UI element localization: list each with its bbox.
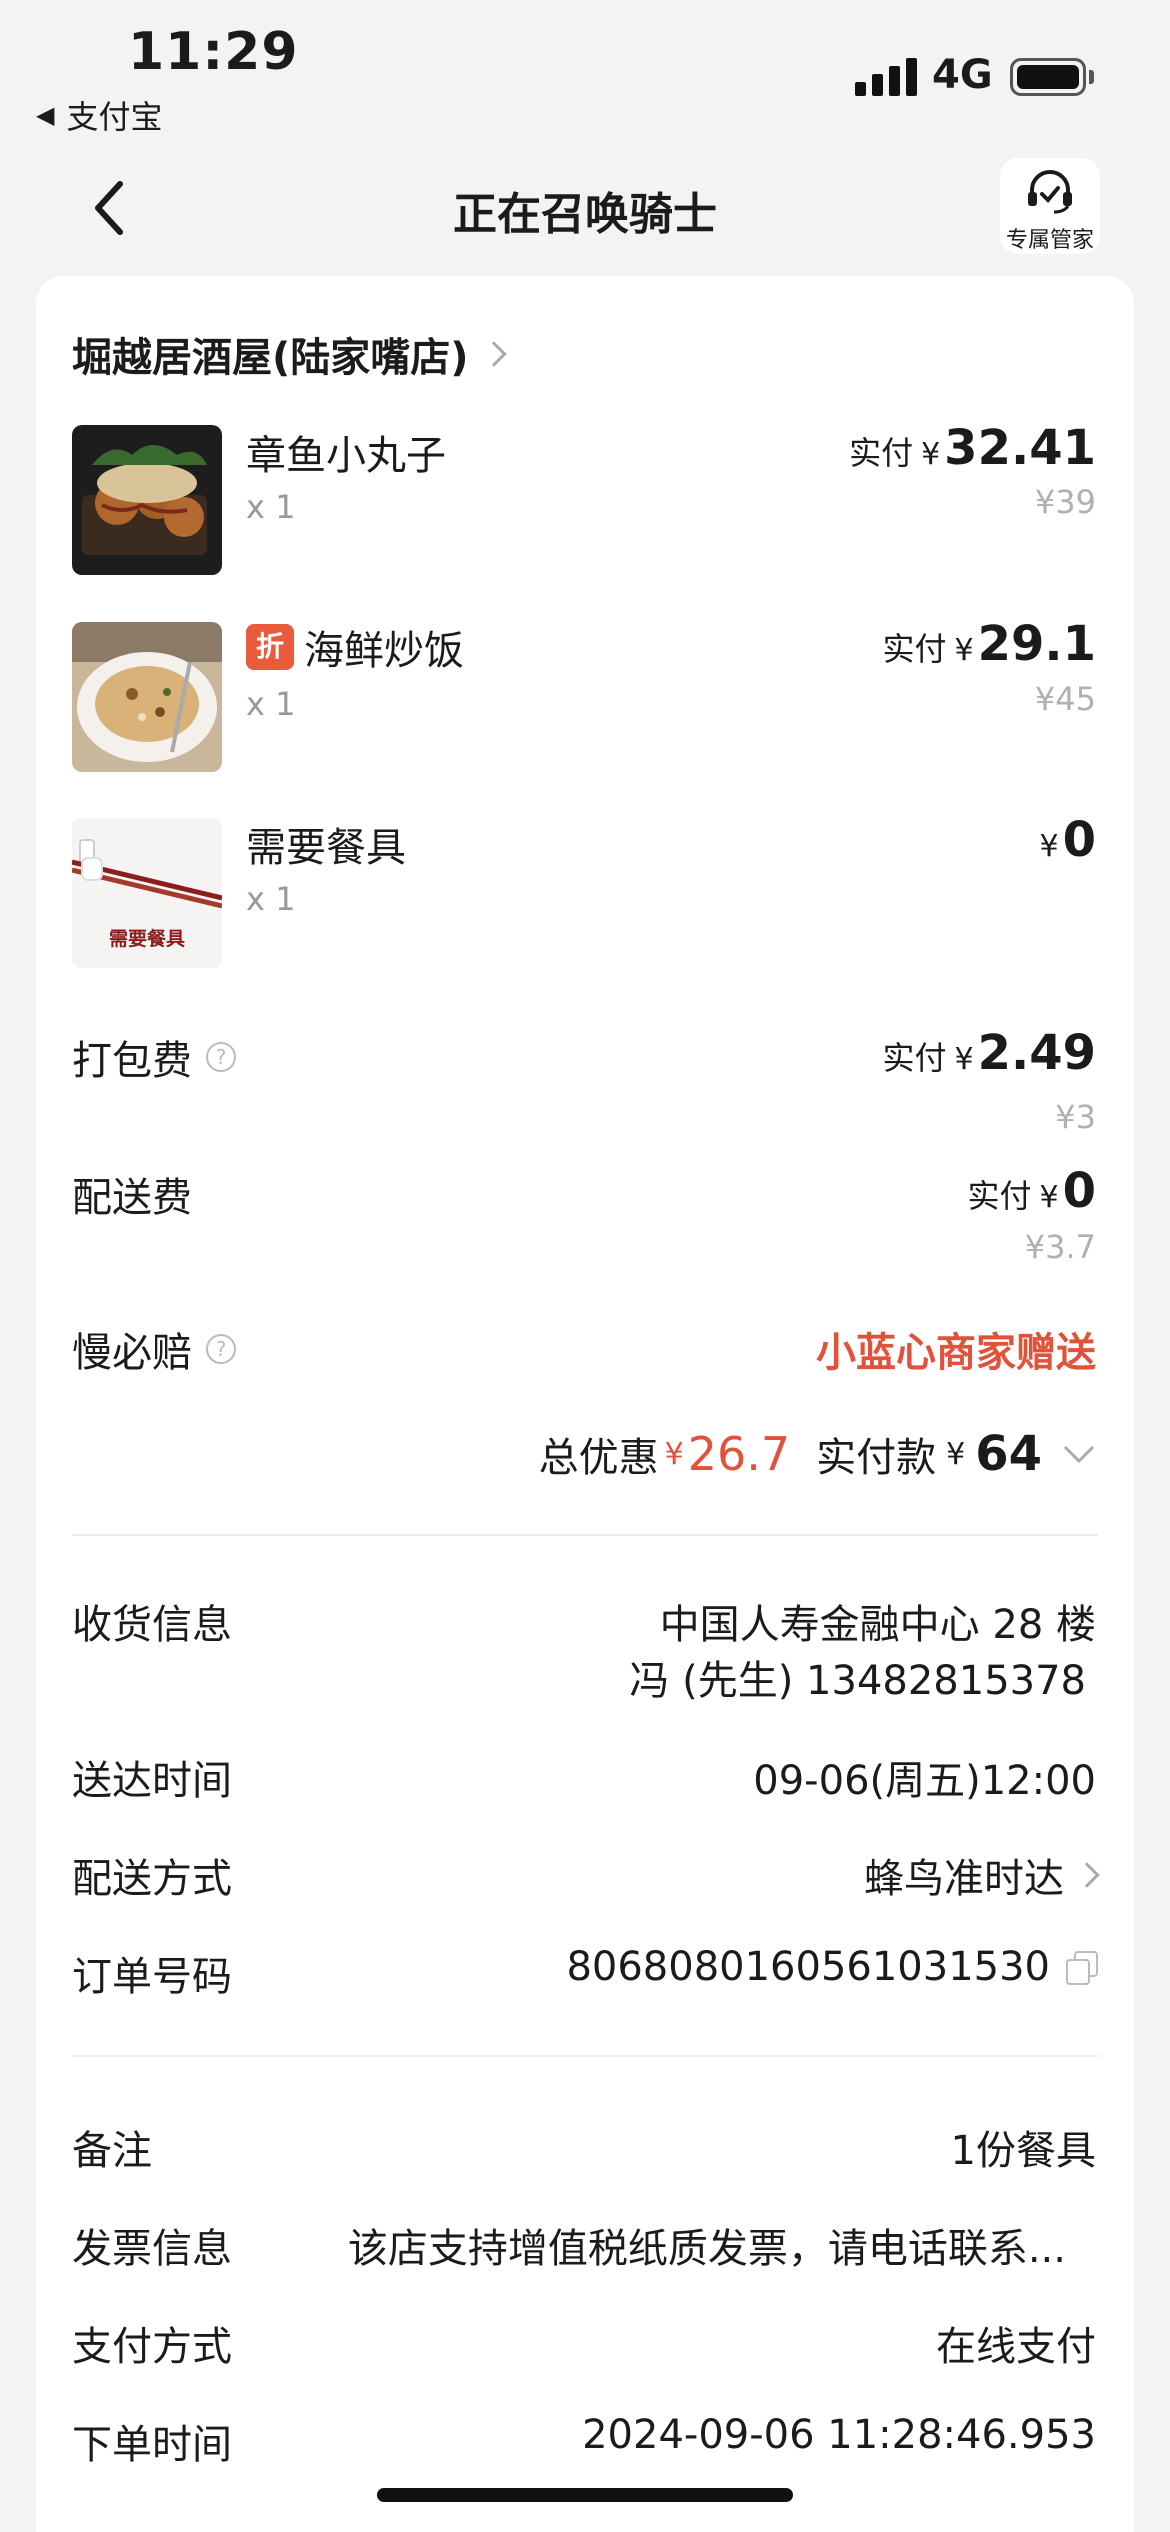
packing-fee-row: 打包费 ? xyxy=(72,1028,236,1086)
chevron-right-icon xyxy=(480,341,507,367)
address-label: 收货信息 xyxy=(72,1602,232,1648)
page-title: 正在召唤骑士 xyxy=(453,189,717,240)
paid-label: 实付 xyxy=(967,1177,1032,1215)
paid-amount: 0 xyxy=(1062,812,1096,868)
butler-button[interactable]: 专属管家 xyxy=(1000,158,1100,254)
currency: ¥ xyxy=(1039,1180,1059,1215)
headset-icon xyxy=(1028,170,1072,214)
order-number-value: 8068080160561031530 xyxy=(566,1944,1050,1990)
currency: ¥ xyxy=(1039,829,1059,864)
paid-amount: 29.1 xyxy=(977,616,1096,672)
order-time-value: 2024-09-06 11:28:46.953 xyxy=(582,2412,1096,2458)
item-paid-price: 实付 ¥32.41 xyxy=(849,420,1096,476)
slow-compensation-row: 慢必赔 ? xyxy=(72,1320,236,1378)
delivery-fee-paid: 实付 ¥0 xyxy=(967,1163,1096,1219)
delivery-method-link[interactable]: 蜂鸟准时达 xyxy=(864,1846,1100,1904)
butler-label: 专属管家 xyxy=(1005,228,1094,253)
delivery-method-label: 配送方式 xyxy=(72,1856,232,1902)
item-name: 章鱼小丸子 xyxy=(246,433,446,479)
delivery-time-value: 09-06(周五)12:00 xyxy=(753,1758,1096,1804)
currency: ¥ xyxy=(921,437,941,472)
total-paid-label: 实付款 xyxy=(816,1435,937,1481)
status-time: 11:29 xyxy=(128,22,299,82)
item-name: 需要餐具 xyxy=(246,825,406,871)
remark-label: 备注 xyxy=(72,2128,152,2174)
paid-amount: 32.41 xyxy=(944,420,1096,476)
chevron-down-icon xyxy=(1063,1445,1095,1464)
total-paid-amount: 64 xyxy=(975,1426,1042,1482)
home-indicator[interactable] xyxy=(377,2488,793,2502)
delivery-time-label: 送达时间 xyxy=(72,1758,232,1804)
paid-label: 实付 xyxy=(882,630,947,668)
item-paid-price: 实付 ¥29.1 xyxy=(882,616,1096,672)
packing-fee-original: ¥3 xyxy=(1055,1098,1096,1136)
order-card xyxy=(36,276,1134,2532)
utensils-thumb-text: 需要餐具 xyxy=(108,928,185,950)
shop-link[interactable]: 堀越居酒屋(陆家嘴店) xyxy=(72,325,507,383)
item-name-row: 章鱼小丸子 xyxy=(246,423,446,481)
remark-value: 1份餐具 xyxy=(950,2128,1096,2174)
invoice-label: 发票信息 xyxy=(72,2226,232,2272)
slow-compensation-value: 小蓝心商家赠送 xyxy=(816,1330,1096,1376)
battery-tip xyxy=(1089,70,1094,84)
battery-icon xyxy=(1010,58,1086,96)
item-thumbnail-takoyaki[interactable] xyxy=(72,425,222,575)
address-line2: 冯 (先生) 13482815378 xyxy=(629,1658,1086,1704)
discount-badge: 折 xyxy=(246,624,294,670)
order-number-label: 订单号码 xyxy=(72,1954,232,2000)
delivery-method-value: 蜂鸟准时达 xyxy=(864,1856,1064,1902)
address-line1: 中国人寿金融中心 28 楼 xyxy=(659,1602,1096,1648)
paid-amount: 0 xyxy=(1062,1163,1096,1219)
order-time-label: 下单时间 xyxy=(72,2422,232,2468)
signal-icon xyxy=(855,58,917,96)
divider xyxy=(72,1534,1098,1536)
copy-icon[interactable] xyxy=(1064,1951,1098,1985)
item-thumbnail-utensils[interactable]: 需要餐具 xyxy=(72,818,222,968)
item-name-row: 折 海鲜炒饭 xyxy=(246,618,464,676)
total-currency: ¥ xyxy=(946,1436,966,1472)
order-number-row: 8068080160561031530 xyxy=(566,1944,1098,1990)
help-icon[interactable]: ? xyxy=(206,1042,236,1072)
paid-label: 实付 xyxy=(849,434,914,472)
back-to-app-link[interactable]: ◀ 支付宝 xyxy=(36,92,162,138)
item-original-price: ¥45 xyxy=(1034,680,1096,718)
payment-method-value: 在线支付 xyxy=(936,2324,1096,2370)
paid-label: 实付 xyxy=(882,1039,947,1077)
paid-amount: 2.49 xyxy=(977,1025,1096,1081)
delivery-fee-row: 配送费 xyxy=(72,1165,192,1223)
back-app-label: 支付宝 xyxy=(66,98,163,136)
item-quantity: x 1 xyxy=(246,685,296,723)
invoice-value[interactable]: 该店支持增值税纸质发票，请电话联系... xyxy=(348,2216,1066,2274)
discount-currency: ¥ xyxy=(664,1436,684,1472)
shop-name: 堀越居酒屋(陆家嘴店) xyxy=(72,335,469,381)
help-icon[interactable]: ? xyxy=(206,1334,236,1364)
delivery-fee-original: ¥3.7 xyxy=(1024,1228,1096,1266)
delivery-fee-label: 配送费 xyxy=(72,1175,192,1221)
slow-compensation-label: 慢必赔 xyxy=(72,1330,192,1376)
item-quantity: x 1 xyxy=(246,488,296,526)
currency: ¥ xyxy=(954,1042,974,1077)
item-paid-price: ¥0 xyxy=(1032,812,1097,868)
discount-amount: 26.7 xyxy=(687,1427,791,1481)
item-name-row: 需要餐具 xyxy=(246,815,406,873)
item-thumbnail-fried-rice[interactable] xyxy=(72,622,222,772)
currency: ¥ xyxy=(954,633,974,668)
network-type: 4G xyxy=(932,52,993,98)
order-summary[interactable]: 总优惠 ¥ 26.7 实付款 ¥ 64 xyxy=(539,1425,1096,1483)
packing-fee-paid: 实付 ¥2.49 xyxy=(882,1025,1096,1081)
divider xyxy=(72,2055,1098,2057)
item-name: 海鲜炒饭 xyxy=(304,628,464,674)
item-quantity: x 1 xyxy=(246,880,296,918)
payment-method-label: 支付方式 xyxy=(72,2324,232,2370)
packing-fee-label: 打包费 xyxy=(72,1038,192,1084)
back-triangle-icon: ◀ xyxy=(36,101,55,129)
discount-label: 总优惠 xyxy=(538,1435,659,1481)
item-original-price: ¥39 xyxy=(1034,483,1096,521)
chevron-right-icon xyxy=(1074,1862,1100,1888)
